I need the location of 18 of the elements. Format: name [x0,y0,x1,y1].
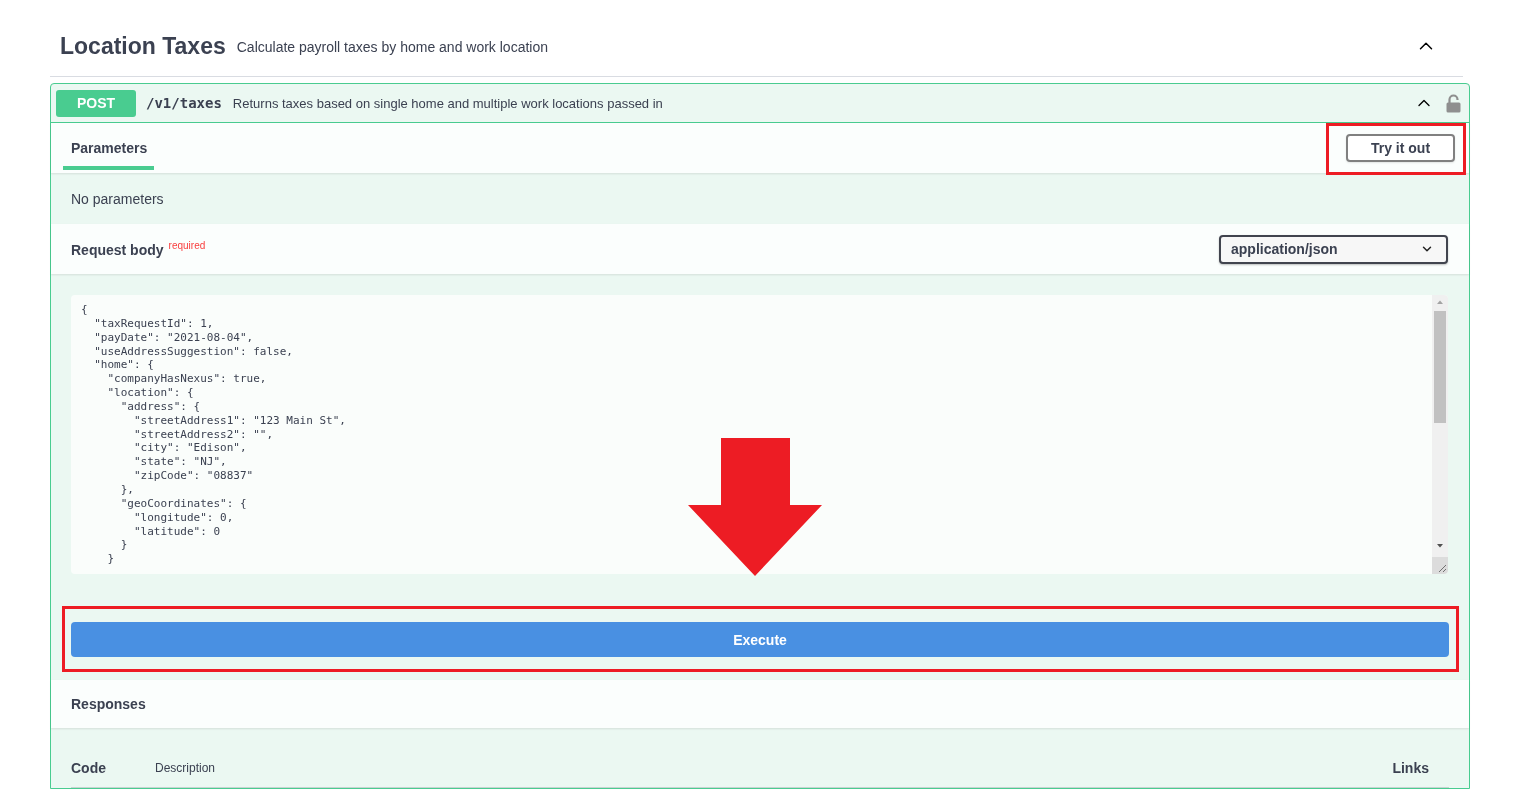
content-type-select[interactable]: application/json [1219,234,1448,264]
parameters-tab[interactable]: Parameters [63,123,154,170]
column-header: Description [155,760,217,775]
method-badge: POST [56,89,136,117]
scrollbar[interactable] [1432,295,1448,557]
endpoint-summary: Returns taxes based on single home and multiple work locations passed in [232,95,663,111]
no-parameters-text: No parameters [71,190,164,207]
unlocked-lock-icon[interactable] [1446,93,1461,113]
try-it-out-button[interactable]: Try it out [1346,134,1455,162]
column-header: Links [1392,759,1429,776]
column-header: Code [71,759,107,776]
section-description: Calculate payroll taxes by home and work location [236,39,548,55]
endpoint-path: /v1/taxes [146,95,222,111]
section-title: Location Taxes [60,32,226,60]
request-body-label: Request body $^{required}$ [71,242,206,258]
resize-handle-icon[interactable] [1432,557,1448,574]
request-body-editor[interactable]: { "taxRequestId": 1, "payDate": "2021-08-04", "useAddressSuggestion": false, "home": { "companyHasNexus": true, "location": { "address": { "streetAddress1": "123 Main St", "streetAddress2": "", "city": "Edison", "state": "NJ", "zipCode": "08837" }, "geoCoordinates": { "longitude": 0, "latitude": 0 } } [71,295,1448,574]
responses-heading: Responses [71,696,146,712]
